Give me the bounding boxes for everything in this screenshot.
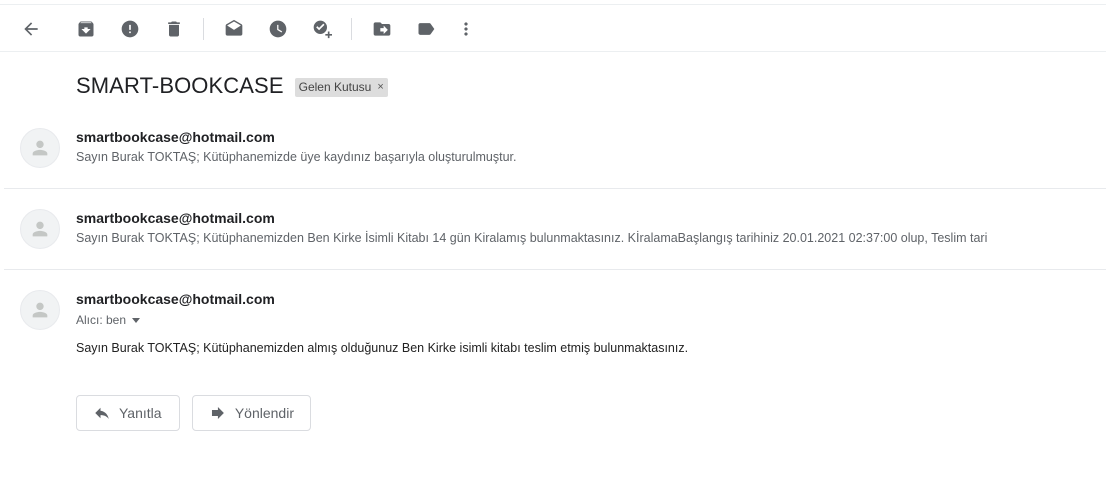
avatar (20, 209, 60, 249)
sender-email: smartbookcase@hotmail.com (76, 210, 275, 226)
person-icon (32, 302, 48, 318)
label-chip-text: Gelen Kutusu (298, 79, 372, 94)
message-divider (4, 269, 1106, 270)
person-icon (32, 140, 48, 156)
thread-subject: SMART-BOOKCASE (76, 73, 284, 98)
subject-row: SMART-BOOKCASE Gelen Kutusu × (76, 72, 388, 100)
move-to-icon[interactable] (370, 17, 394, 41)
message-snippet: Sayın Burak TOKTAŞ; Kütüphanemizde üye k… (76, 150, 517, 164)
message-collapsed[interactable]: smartbookcase@hotmail.com Sayın Burak TO… (0, 201, 1106, 269)
message-divider (4, 188, 1106, 189)
sender-email: smartbookcase@hotmail.com (76, 129, 275, 145)
message-body: Sayın Burak TOKTAŞ; Kütüphanemizden almı… (76, 341, 689, 355)
show-details-icon[interactable] (132, 317, 141, 323)
more-icon[interactable] (454, 17, 478, 41)
toolbar (0, 4, 1106, 52)
message-collapsed[interactable]: smartbookcase@hotmail.com Sayın Burak TO… (0, 120, 1106, 188)
message-expanded: smartbookcase@hotmail.com Alıcı: ben Say… (0, 282, 1106, 388)
archive-icon[interactable] (74, 17, 98, 41)
person-icon (32, 221, 48, 237)
sender-email: smartbookcase@hotmail.com (76, 291, 275, 307)
remove-label-icon[interactable]: × (377, 78, 383, 97)
mark-unread-icon[interactable] (222, 17, 246, 41)
reply-icon (95, 407, 109, 419)
inbox-label-chip[interactable]: Gelen Kutusu × (294, 77, 388, 97)
labels-icon[interactable] (414, 17, 438, 41)
reply-label: Yanıtla (119, 405, 162, 421)
forward-label: Yönlendir (234, 405, 294, 421)
avatar (20, 290, 60, 330)
delete-icon[interactable] (162, 17, 186, 41)
report-spam-icon[interactable] (118, 17, 142, 41)
recipient-line: Alıcı: ben (76, 313, 141, 327)
back-arrow-icon[interactable] (19, 17, 43, 41)
toolbar-separator (351, 18, 352, 40)
reply-button[interactable]: Yanıtla (76, 395, 180, 431)
message-snippet: Sayın Burak TOKTAŞ; Kütüphanemizden Ben … (76, 231, 988, 245)
recipient-text: Alıcı: ben (76, 313, 127, 327)
avatar (20, 128, 60, 168)
add-to-tasks-icon[interactable] (310, 17, 334, 41)
forward-icon (211, 407, 224, 419)
forward-button[interactable]: Yönlendir (192, 395, 311, 431)
toolbar-separator (203, 18, 204, 40)
snooze-icon[interactable] (266, 17, 290, 41)
